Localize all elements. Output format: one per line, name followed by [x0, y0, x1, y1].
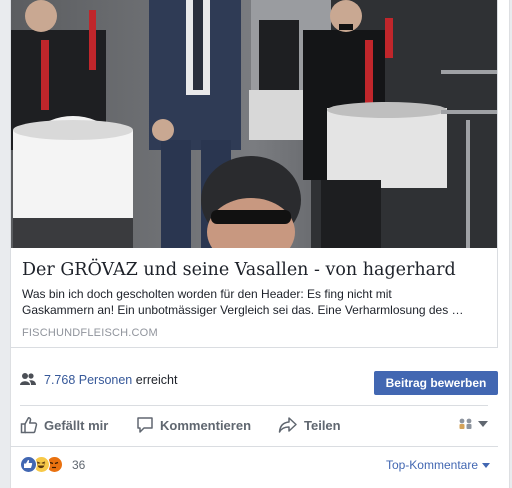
share-icon: [278, 417, 297, 433]
preview-image[interactable]: [11, 0, 497, 248]
people-icon: [20, 373, 36, 385]
chevron-down-icon: [482, 463, 490, 469]
reactions-summary: 36 Top-Kommentare: [10, 450, 498, 480]
share-label: Teilen: [304, 417, 341, 433]
comment-label: Kommentieren: [160, 417, 252, 433]
link-description-line: Gaskammern an! Ein unbotmässiger Verglei…: [22, 303, 464, 317]
comment-button[interactable]: Kommentieren: [136, 414, 251, 436]
reach-text: 7.768 Personen erreicht: [44, 372, 177, 388]
link-description: Was bin ich doch gescholten worden für d…: [22, 286, 486, 318]
audience-selector[interactable]: [458, 417, 488, 431]
comment-icon: [137, 417, 153, 433]
link-preview[interactable]: Der GRÖVAZ und seine Vasallen - von hage…: [10, 0, 498, 348]
reaction-icons[interactable]: [20, 456, 72, 474]
promote-post-button[interactable]: Beitrag bewerben: [374, 371, 498, 395]
divider: [20, 405, 488, 406]
divider: [10, 446, 498, 447]
audience-icon: [459, 418, 472, 429]
like-button[interactable]: Gefällt mir: [20, 414, 108, 436]
share-button[interactable]: Teilen: [278, 414, 341, 436]
reaction-count[interactable]: 36: [72, 458, 85, 472]
chevron-down-icon: [478, 421, 488, 427]
reach-bar: 7.768 Personen erreicht Beitrag bewerben: [10, 358, 498, 404]
like-label: Gefällt mir: [44, 417, 109, 433]
link-description-line: Was bin ich doch gescholten worden für d…: [22, 287, 392, 301]
like-reaction-icon: [20, 456, 37, 473]
thumbs-up-icon: [20, 417, 38, 434]
link-title[interactable]: Der GRÖVAZ und seine Vasallen - von hage…: [22, 258, 488, 282]
top-comments-label: Top-Kommentare: [385, 458, 478, 472]
top-comments-dropdown[interactable]: Top-Kommentare: [386, 458, 490, 472]
link-domain: FISCHUNDFLEISCH.COM: [22, 327, 158, 339]
reach-count-link[interactable]: 7.768 Personen: [44, 373, 132, 387]
action-bar: Gefällt mir Kommentieren Teilen: [10, 408, 498, 442]
reach-suffix: erreicht: [135, 373, 178, 387]
